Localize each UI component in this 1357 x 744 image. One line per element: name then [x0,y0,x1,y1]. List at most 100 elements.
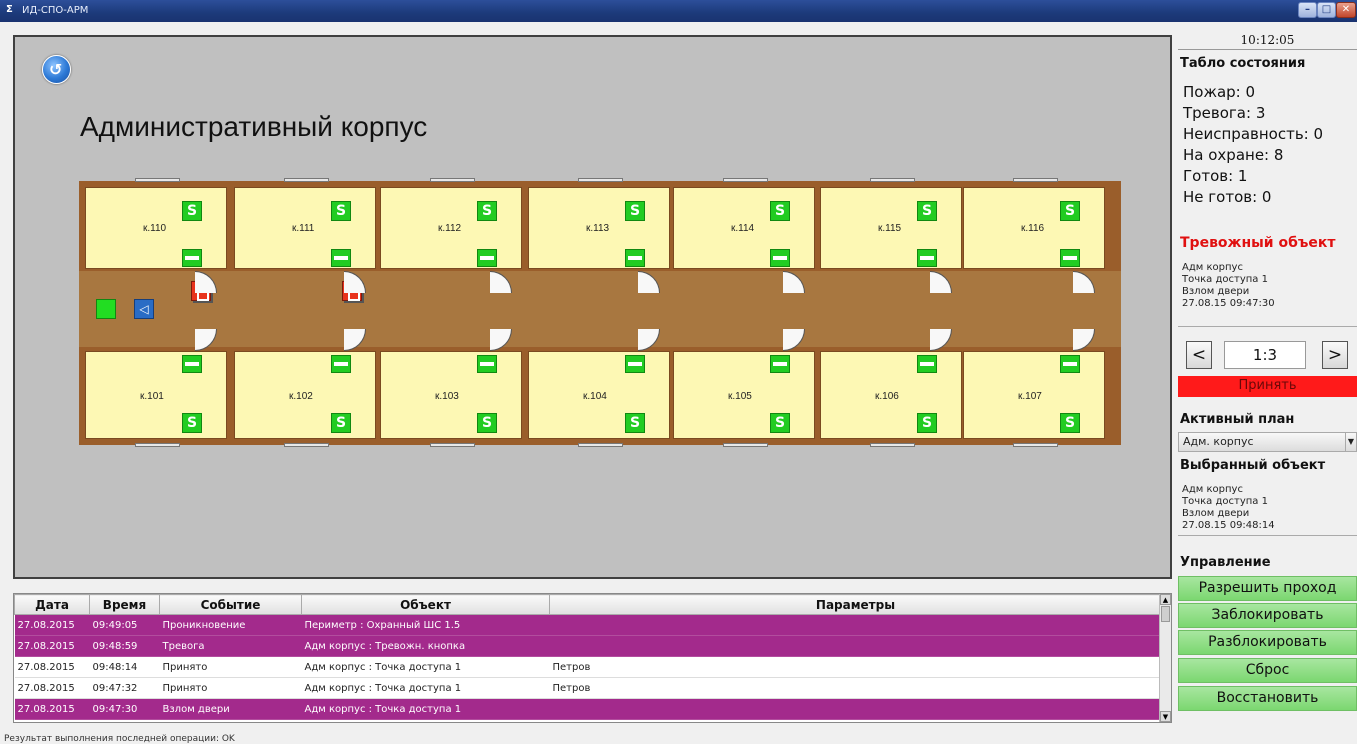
motion-sensor-icon[interactable]: S [917,201,937,221]
control-title: Управление [1180,555,1271,570]
scroll-down-icon[interactable]: ▼ [1160,711,1171,722]
chevron-down-icon: ▼ [1345,433,1356,451]
status-ok-indicator[interactable] [96,299,116,319]
column-header-params[interactable]: Параметры [549,594,1162,615]
motion-sensor-icon[interactable]: S [182,413,202,433]
motion-sensor-icon[interactable]: S [770,201,790,221]
window [430,178,475,182]
door-lock-icon[interactable] [182,249,202,267]
room-label: к.101 [140,391,164,402]
column-header-object[interactable]: Объект [301,594,550,615]
clock: 10:12:05 [1178,33,1357,50]
column-header-event[interactable]: Событие [159,594,302,615]
door-lock-icon[interactable] [1060,355,1080,373]
scroll-up-icon[interactable]: ▲ [1160,594,1171,605]
door-lock-icon[interactable] [770,249,790,267]
close-button[interactable]: ✕ [1336,2,1356,18]
maximize-button[interactable]: □ [1317,2,1336,18]
corridor [79,271,1121,347]
restore-button[interactable]: Восстановить [1178,686,1357,711]
motion-sensor-icon[interactable]: S [331,413,351,433]
reset-button[interactable]: Сброс [1178,658,1357,683]
table-row[interactable]: 27.08.2015 09:47:30 Взлом двери Адм корпус … [14,698,1162,720]
door-lock-icon[interactable] [770,355,790,373]
table-row[interactable]: 27.08.2015 09:49:05 Проникновение Периметр … [14,614,1162,636]
motion-sensor-icon[interactable]: S [1060,413,1080,433]
motion-sensor-icon[interactable]: S [625,413,645,433]
cell-date: 27.08.2015 [14,677,90,699]
minimize-button[interactable]: – [1298,2,1317,18]
log-scrollbar[interactable]: ▲ ▼ [1159,594,1171,722]
motion-sensor-icon[interactable]: S [477,413,497,433]
cell-object: Адм корпус : Точка доступа 1 [301,698,550,720]
active-plan-select[interactable]: Адм. корпус ▼ [1178,432,1357,452]
block-button[interactable]: Заблокировать [1178,603,1357,628]
plan-title: Административный корпус [80,111,428,142]
door-lock-icon[interactable] [331,355,351,373]
door-lock-icon[interactable] [331,249,351,267]
cell-time: 09:47:32 [89,677,160,699]
column-header-date[interactable]: Дата [14,594,90,615]
door [930,329,952,351]
status-item-armed: На охране: 8 [1183,146,1284,164]
door [490,329,512,351]
door [195,329,217,351]
table-row[interactable]: 27.08.2015 09:48:59 Тревога Адм корпус : Тр… [14,635,1162,657]
cell-object: Адм корпус : Точка доступа 1 [301,656,550,678]
event-log[interactable]: Дата Время Событие Объект Параметры 27.0… [13,593,1172,723]
active-plan-title: Активный план [1180,412,1295,427]
scroll-thumb[interactable] [1161,606,1170,622]
floor-plan-view[interactable]: ↺ Административный корпус ◁ к.110 Sк.111 S… [13,35,1172,579]
door-lock-icon[interactable] [182,355,202,373]
status-item-not-ready: Не готов: 0 [1183,188,1272,206]
table-row[interactable]: 27.08.2015 09:47:32 Принято Адм корпус : То… [14,677,1162,699]
status-item-fire: Пожар: 0 [1183,83,1256,101]
column-header-time[interactable]: Время [89,594,160,615]
door [638,329,660,351]
room-label: к.116 [1021,223,1045,234]
accept-button[interactable]: Принять [1178,376,1357,397]
door [1073,329,1095,351]
cell-params [549,698,1162,720]
door-lock-icon[interactable] [917,355,937,373]
window [723,178,768,182]
door-lock-icon[interactable] [917,249,937,267]
window [135,178,180,182]
back-arrow-icon: ↺ [49,60,63,79]
motion-sensor-icon[interactable]: S [182,201,202,221]
prev-alarm-button[interactable]: < [1186,341,1212,369]
cell-time: 09:48:59 [89,635,160,657]
cell-date: 27.08.2015 [14,614,90,636]
table-row[interactable]: 27.08.2015 09:48:14 Принято Адм корпус : То… [14,656,1162,678]
speaker-icon[interactable]: ◁ [134,299,154,319]
alarm-object-details: Адм корпус Точка доступа 1 Взлом двери 2… [1182,262,1275,309]
unblock-button[interactable]: Разблокировать [1178,630,1357,655]
door-lock-icon[interactable] [477,355,497,373]
next-alarm-button[interactable]: > [1322,341,1348,369]
room-label: к.104 [583,391,607,402]
room-label: к.102 [289,391,313,402]
door [344,329,366,351]
allow-pass-button[interactable]: Разрешить проход [1178,576,1357,601]
app-icon: Σ [6,4,13,15]
motion-sensor-icon[interactable]: S [1060,201,1080,221]
motion-sensor-icon[interactable]: S [331,201,351,221]
motion-sensor-icon[interactable]: S [917,413,937,433]
door-lock-icon[interactable] [1060,249,1080,267]
door-lock-icon[interactable] [625,249,645,267]
motion-sensor-icon[interactable]: S [770,413,790,433]
selected-object-details: Адм корпус Точка доступа 1 Взлом двери 2… [1182,484,1275,531]
motion-sensor-icon[interactable]: S [625,201,645,221]
window [430,443,475,447]
door-lock-icon[interactable] [477,249,497,267]
back-button[interactable]: ↺ [42,55,71,84]
door [783,329,805,351]
alarm-counter: 1:3 [1224,341,1306,369]
cell-params: Петров [549,656,1162,678]
window-title: ИД-СПО-АРМ [22,5,89,16]
window [870,178,915,182]
motion-sensor-icon[interactable]: S [477,201,497,221]
room-label: к.106 [875,391,899,402]
window [1013,178,1058,182]
door-lock-icon[interactable] [625,355,645,373]
